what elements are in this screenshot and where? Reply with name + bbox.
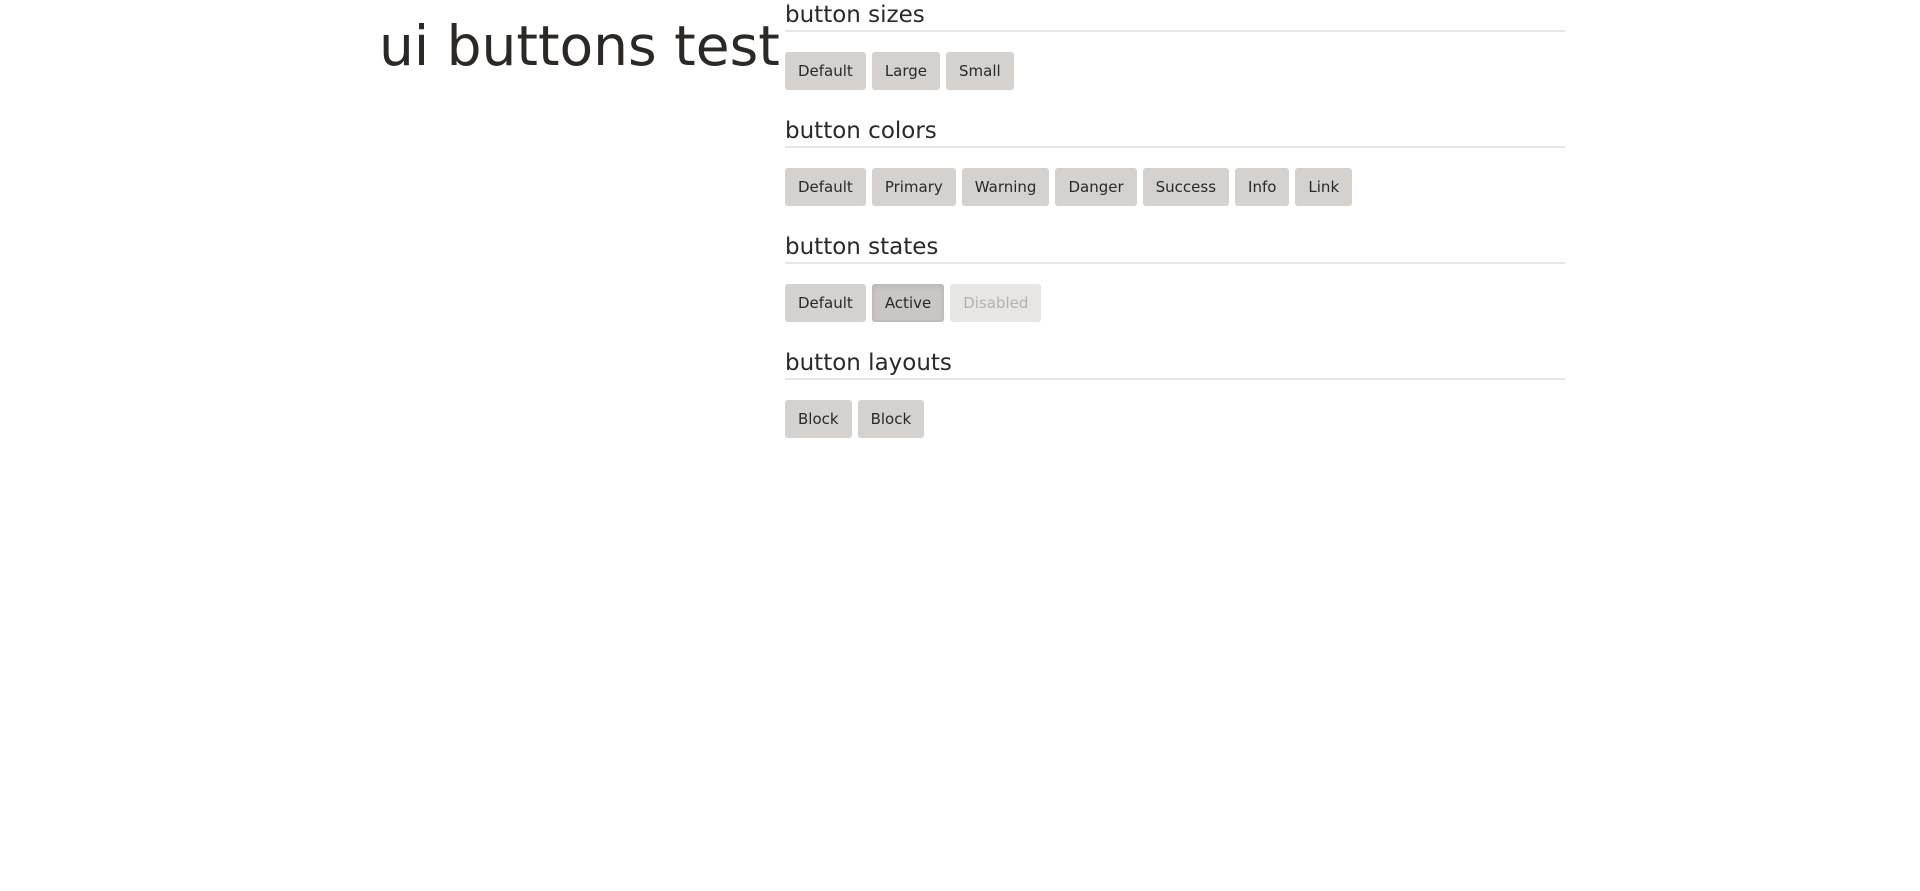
button-row: Default Primary Warning Danger Success I… [785, 148, 1565, 206]
button-row: Default Large Small [785, 32, 1565, 90]
section-button-layouts: button layouts Block Block [785, 348, 1565, 474]
button-row: Block Block [785, 380, 1565, 438]
section-heading: button layouts [785, 348, 1565, 380]
large-button[interactable]: Large [871, 52, 941, 90]
block-button[interactable]: Block [857, 400, 925, 438]
success-button[interactable]: Success [1142, 168, 1230, 206]
section-heading: button sizes [785, 0, 1565, 32]
default-state-button[interactable]: Default [785, 284, 866, 322]
section-button-colors: button colors Default Primary Warning Da… [785, 116, 1565, 242]
default-size-button[interactable]: Default [785, 52, 866, 90]
default-color-button[interactable]: Default [785, 168, 866, 206]
block-button[interactable]: Block [785, 400, 852, 438]
danger-button[interactable]: Danger [1055, 168, 1137, 206]
page-title: ui buttons test [379, 14, 780, 78]
small-button[interactable]: Small [946, 52, 1014, 90]
section-heading: button states [785, 232, 1565, 264]
warning-button[interactable]: Warning [961, 168, 1050, 206]
active-button[interactable]: Active [871, 284, 945, 322]
page: ui buttons test button sizes Default Lar… [0, 0, 1920, 891]
info-button[interactable]: Info [1235, 168, 1290, 206]
primary-button[interactable]: Primary [871, 168, 956, 206]
section-heading: button colors [785, 116, 1565, 148]
button-row: Default Active Disabled [785, 264, 1565, 322]
link-button[interactable]: Link [1295, 168, 1353, 206]
section-button-states: button states Default Active Disabled [785, 232, 1565, 358]
disabled-button: Disabled [950, 284, 1042, 322]
section-button-sizes: button sizes Default Large Small [785, 0, 1565, 126]
